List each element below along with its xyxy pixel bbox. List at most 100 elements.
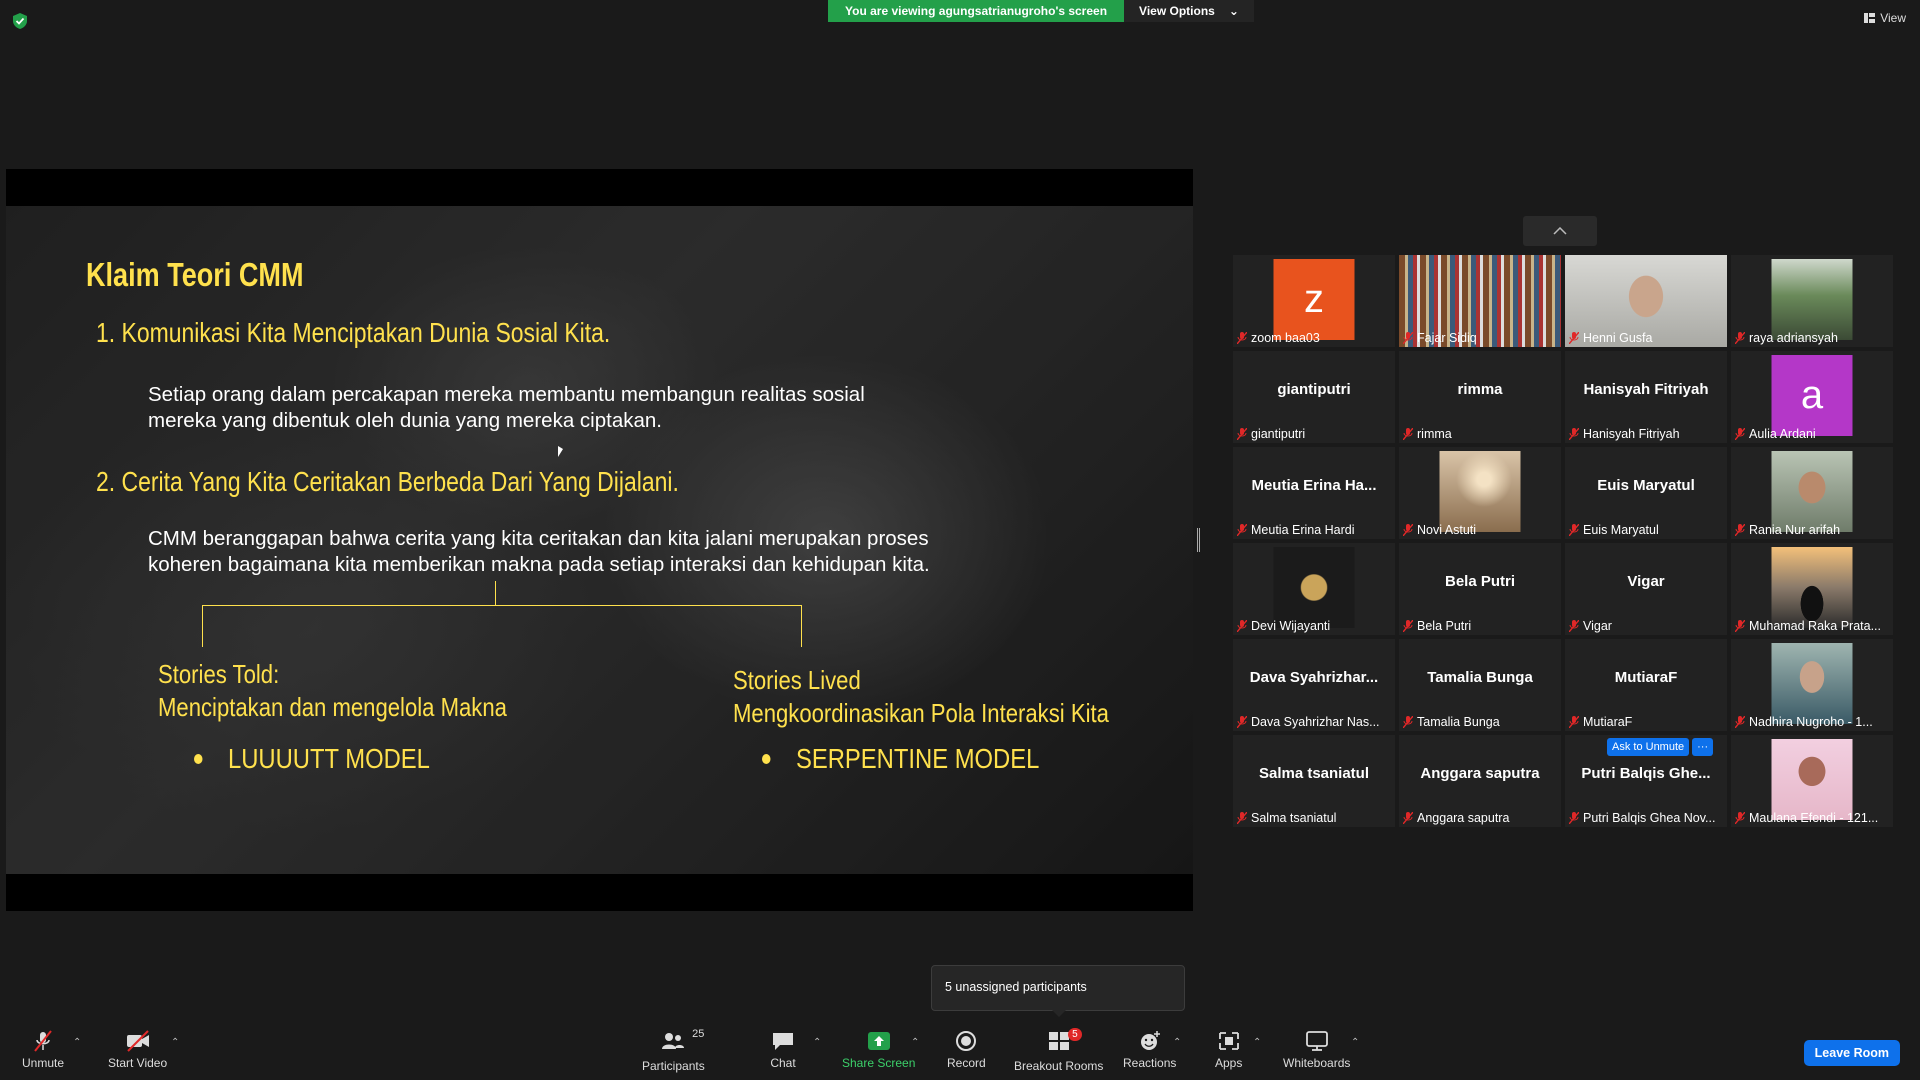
muted-mic-icon	[1403, 620, 1413, 632]
participant-tile[interactable]: Bela Putri Bela Putri	[1399, 543, 1561, 635]
participant-tile[interactable]: Fajar Sidiq	[1399, 255, 1561, 347]
muted-mic-icon	[1403, 428, 1413, 440]
muted-mic-icon	[1735, 620, 1745, 632]
leave-room-button[interactable]: Leave Room	[1803, 1040, 1900, 1066]
participant-name-label: Meutia Erina Hardi	[1237, 523, 1391, 537]
video-options-caret[interactable]: ⌃	[171, 1037, 179, 1048]
participant-name: zoom baa03	[1251, 331, 1320, 345]
participant-name: Henni Gusfa	[1583, 331, 1653, 345]
participant-tile[interactable]: Hanisyah Fitriyah Hanisyah Fitriyah	[1565, 351, 1727, 443]
participant-name-label: Maulana Efendi - 121...	[1735, 811, 1889, 825]
participant-tile[interactable]: Vigar Vigar	[1565, 543, 1727, 635]
participant-name-label: raya adriansyah	[1735, 331, 1889, 345]
participant-tile[interactable]: z zoom baa03	[1233, 255, 1395, 347]
participants-icon	[662, 1033, 685, 1049]
participants-button[interactable]: 25 Participants	[642, 1028, 705, 1073]
participant-tile[interactable]: Euis Maryatul Euis Maryatul	[1565, 447, 1727, 539]
reactions-button[interactable]: Reactions	[1123, 1030, 1176, 1070]
participant-tile[interactable]: Novi Astuti	[1399, 447, 1561, 539]
participant-tile[interactable]: Meutia Erina Ha... Meutia Erina Hardi	[1233, 447, 1395, 539]
profile-picture	[1771, 259, 1853, 340]
chat-button[interactable]: Chat	[770, 1030, 796, 1070]
muted-mic-icon	[1569, 812, 1579, 824]
stories-lived-bullet-text: SERPENTINE MODEL	[796, 743, 1040, 774]
shared-screen[interactable]: Klaim Teori CMM 1. Komunikasi Kita Menci…	[6, 169, 1193, 911]
chat-options-caret[interactable]: ⌃	[813, 1037, 821, 1048]
breakout-rooms-button[interactable]: 5 Breakout Rooms	[1014, 1028, 1103, 1073]
participant-name: Rania Nur arifah	[1749, 523, 1841, 537]
participant-name: Fajar Sidiq	[1417, 331, 1477, 345]
participant-tile[interactable]: Nadhira Nugroho - 1...	[1731, 639, 1893, 731]
muted-mic-icon	[1569, 716, 1579, 728]
participant-tile[interactable]: Rania Nur arifah	[1731, 447, 1893, 539]
muted-mic-icon	[1237, 428, 1247, 440]
profile-picture	[1771, 739, 1853, 820]
record-button[interactable]: Record	[947, 1030, 986, 1070]
participant-name: Anggara saputra	[1417, 811, 1510, 825]
breakout-icon-wrap: 5	[1046, 1028, 1082, 1055]
avatar: z	[1273, 259, 1355, 340]
smiley-icon	[1140, 1031, 1160, 1050]
participant-tile[interactable]: Anggara saputra Anggara saputra	[1399, 735, 1561, 827]
participant-tile[interactable]: Maulana Efendi - 121...	[1731, 735, 1893, 827]
shield-icon[interactable]	[12, 12, 28, 30]
participant-tile[interactable]: Henni Gusfa	[1565, 255, 1727, 347]
participant-tile[interactable]: Dava Syahrizhar... Dava Syahrizhar Nas...	[1233, 639, 1395, 731]
participant-tile[interactable]: MutiaraF MutiaraF	[1565, 639, 1727, 731]
participant-name-label: Salma tsaniatul	[1237, 811, 1391, 825]
stories-told-bullet: LUUUUTT MODEL	[194, 743, 430, 775]
participant-name: Aulia Ardani	[1749, 427, 1816, 441]
reactions-options-caret[interactable]: ⌃	[1173, 1037, 1181, 1048]
muted-mic-icon	[1735, 716, 1745, 728]
unmute-button[interactable]: Unmute	[22, 1030, 64, 1070]
muted-mic-icon	[1237, 812, 1247, 824]
participant-name: Hanisyah Fitriyah	[1583, 427, 1680, 441]
chat-label: Chat	[770, 1056, 796, 1070]
participant-tile[interactable]: Muhamad Raka Prata...	[1731, 543, 1893, 635]
participant-tile[interactable]: Salma tsaniatul Salma tsaniatul	[1233, 735, 1395, 827]
record-icon	[956, 1031, 977, 1051]
participant-tile[interactable]: giantiputri giantiputri	[1233, 351, 1395, 443]
participant-tile[interactable]: rimma rimma	[1399, 351, 1561, 443]
participant-name: Devi Wijayanti	[1251, 619, 1331, 633]
start-video-button[interactable]: Start Video	[108, 1030, 167, 1070]
participant-name: Tamalia Bunga	[1417, 715, 1500, 729]
participant-name-label: Henni Gusfa	[1569, 331, 1723, 345]
viewing-notice: You are viewing agungsatrianugroho's scr…	[828, 0, 1125, 22]
slide-point-2: 2. Cerita Yang Kita Ceritakan Berbeda Da…	[96, 466, 679, 497]
muted-mic-icon	[1403, 812, 1413, 824]
participant-name-label: Muhamad Raka Prata...	[1735, 619, 1889, 633]
apps-button[interactable]: Apps	[1215, 1030, 1242, 1070]
participant-name-label: rimma	[1403, 427, 1557, 441]
participant-tile[interactable]: Putri Balqis Ghe... Ask to Unmute ··· Putri…	[1565, 735, 1727, 827]
participant-name-label: Rania Nur arifah	[1735, 523, 1889, 537]
share-options-caret[interactable]: ⌃	[911, 1037, 919, 1048]
view-options-button[interactable]: View Options ⌄	[1124, 0, 1254, 22]
resize-handle[interactable]	[1197, 528, 1200, 552]
whiteboards-button[interactable]: Whiteboards	[1283, 1030, 1350, 1070]
participant-tile[interactable]: Tamalia Bunga Tamalia Bunga	[1399, 639, 1561, 731]
participant-name-label: Fajar Sidiq	[1403, 331, 1557, 345]
muted-mic-icon	[1237, 620, 1247, 632]
participant-name-label: Dava Syahrizhar Nas...	[1237, 715, 1391, 729]
whiteboards-options-caret[interactable]: ⌃	[1351, 1037, 1359, 1048]
profile-picture	[1771, 547, 1853, 628]
share-screen-button[interactable]: Share Screen	[842, 1030, 915, 1070]
video-off-icon	[126, 1030, 149, 1052]
stories-told-block: Stories Told: Menciptakan dan mengelola …	[158, 658, 507, 724]
audio-options-caret[interactable]: ⌃	[73, 1037, 81, 1048]
record-label: Record	[947, 1056, 986, 1070]
participant-tile[interactable]: a Aulia Ardani	[1731, 351, 1893, 443]
ask-to-unmute-button[interactable]: Ask to Unmute	[1607, 738, 1690, 756]
participant-tile[interactable]: raya adriansyah	[1731, 255, 1893, 347]
collapse-gallery-button[interactable]	[1523, 216, 1597, 246]
stories-lived-heading: Stories Lived	[733, 665, 861, 695]
presentation-slide: Klaim Teori CMM 1. Komunikasi Kita Menci…	[6, 206, 1193, 874]
apps-options-caret[interactable]: ⌃	[1253, 1037, 1261, 1048]
participant-name-label: Tamalia Bunga	[1403, 715, 1557, 729]
more-options-button[interactable]: ···	[1692, 738, 1714, 756]
participant-tile[interactable]: Devi Wijayanti	[1233, 543, 1395, 635]
participant-display-name: Putri Balqis Ghe...	[1581, 765, 1711, 782]
participant-name-label: MutiaraF	[1569, 715, 1723, 729]
view-button[interactable]: View	[1864, 11, 1906, 25]
